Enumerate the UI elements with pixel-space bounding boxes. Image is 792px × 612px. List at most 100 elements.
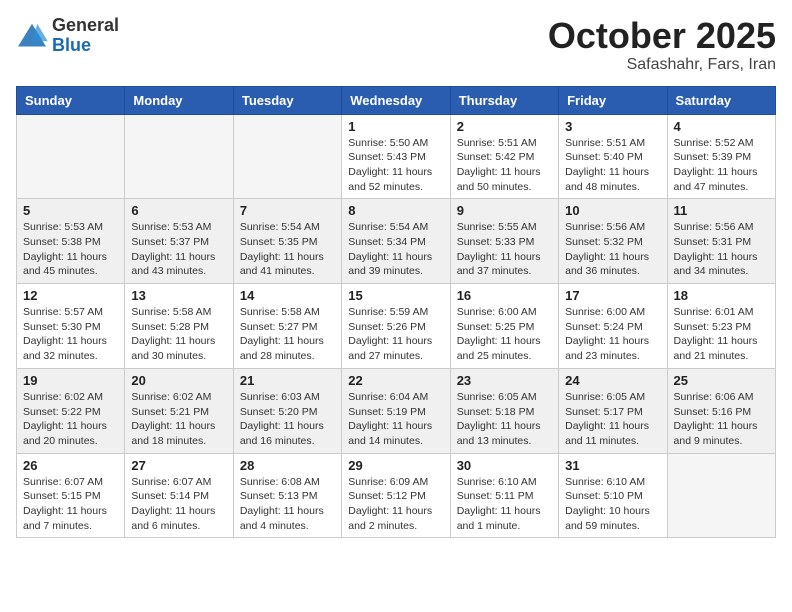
day-info: Sunrise: 6:03 AM Sunset: 5:20 PM Dayligh… — [240, 390, 335, 449]
day-number: 11 — [674, 203, 769, 218]
logo-blue-text: Blue — [52, 35, 91, 55]
day-number: 24 — [565, 373, 660, 388]
day-info: Sunrise: 6:10 AM Sunset: 5:10 PM Dayligh… — [565, 475, 660, 534]
day-info: Sunrise: 5:54 AM Sunset: 5:35 PM Dayligh… — [240, 220, 335, 279]
day-number: 31 — [565, 458, 660, 473]
day-number: 7 — [240, 203, 335, 218]
weekday-header-saturday: Saturday — [667, 86, 775, 114]
day-number: 27 — [131, 458, 226, 473]
calendar-cell: 11 Sunrise: 5:56 AM Sunset: 5:31 PM Dayli… — [667, 199, 775, 284]
day-info: Sunrise: 6:02 AM Sunset: 5:22 PM Dayligh… — [23, 390, 118, 449]
day-number: 17 — [565, 288, 660, 303]
calendar-cell: 22Sunrise: 6:04 AM Sunset: 5:19 PM Dayli… — [342, 368, 450, 453]
day-number: 16 — [457, 288, 552, 303]
day-info: Sunrise: 5:54 AM Sunset: 5:34 PM Dayligh… — [348, 220, 443, 279]
day-info: Sunrise: 5:51 AM Sunset: 5:40 PM Dayligh… — [565, 136, 660, 195]
day-info: Sunrise: 6:00 AM Sunset: 5:24 PM Dayligh… — [565, 305, 660, 364]
day-info: Sunrise: 5:51 AM Sunset: 5:42 PM Dayligh… — [457, 136, 552, 195]
calendar-cell: 21 Sunrise: 6:03 AM Sunset: 5:20 PM Dayli… — [233, 368, 341, 453]
day-number: 1 — [348, 119, 443, 134]
calendar-cell: 5Sunrise: 5:53 AM Sunset: 5:38 PM Daylig… — [17, 199, 125, 284]
day-info: Sunrise: 5:58 AM Sunset: 5:27 PM Dayligh… — [240, 305, 335, 364]
day-number: 2 — [457, 119, 552, 134]
calendar-cell: 6 Sunrise: 5:53 AM Sunset: 5:37 PM Daylig… — [125, 199, 233, 284]
day-info: Sunrise: 5:53 AM Sunset: 5:38 PM Dayligh… — [23, 220, 118, 279]
calendar-cell: 10Sunrise: 5:56 AM Sunset: 5:32 PM Dayli… — [559, 199, 667, 284]
day-number: 18 — [674, 288, 769, 303]
weekday-header-sunday: Sunday — [17, 86, 125, 114]
day-number: 3 — [565, 119, 660, 134]
day-number: 23 — [457, 373, 552, 388]
logo-text: General Blue — [52, 16, 119, 56]
calendar-cell: 31 Sunrise: 6:10 AM Sunset: 5:10 PM Dayli… — [559, 453, 667, 538]
day-info: Sunrise: 5:50 AM Sunset: 5:43 PM Dayligh… — [348, 136, 443, 195]
calendar-cell — [233, 114, 341, 199]
day-info: Sunrise: 6:05 AM Sunset: 5:18 PM Dayligh… — [457, 390, 552, 449]
day-number: 13 — [131, 288, 226, 303]
day-info: Sunrise: 6:06 AM Sunset: 5:16 PM Dayligh… — [674, 390, 769, 449]
calendar-cell: 17 Sunrise: 6:00 AM Sunset: 5:24 PM Dayli… — [559, 284, 667, 369]
day-info: Sunrise: 6:07 AM Sunset: 5:14 PM Dayligh… — [131, 475, 226, 534]
calendar-row-1: 5Sunrise: 5:53 AM Sunset: 5:38 PM Daylig… — [17, 199, 776, 284]
calendar-cell — [125, 114, 233, 199]
day-info: Sunrise: 6:08 AM Sunset: 5:13 PM Dayligh… — [240, 475, 335, 534]
day-info: Sunrise: 6:02 AM Sunset: 5:21 PM Dayligh… — [131, 390, 226, 449]
day-info: Sunrise: 5:58 AM Sunset: 5:28 PM Dayligh… — [131, 305, 226, 364]
logo-general-text: General — [52, 15, 119, 35]
calendar-cell: 27 Sunrise: 6:07 AM Sunset: 5:14 PM Dayli… — [125, 453, 233, 538]
weekday-header-wednesday: Wednesday — [342, 86, 450, 114]
day-number: 26 — [23, 458, 118, 473]
logo-icon — [16, 22, 48, 50]
day-info: Sunrise: 5:59 AM Sunset: 5:26 PM Dayligh… — [348, 305, 443, 364]
calendar-row-4: 26 Sunrise: 6:07 AM Sunset: 5:15 PM Dayli… — [17, 453, 776, 538]
day-info: Sunrise: 6:10 AM Sunset: 5:11 PM Dayligh… — [457, 475, 552, 534]
calendar-cell: 29 Sunrise: 6:09 AM Sunset: 5:12 PM Dayli… — [342, 453, 450, 538]
calendar-cell: 16 Sunrise: 6:00 AM Sunset: 5:25 PM Dayli… — [450, 284, 558, 369]
day-number: 21 — [240, 373, 335, 388]
day-number: 10 — [565, 203, 660, 218]
day-number: 4 — [674, 119, 769, 134]
calendar-cell: 3 Sunrise: 5:51 AM Sunset: 5:40 PM Daylig… — [559, 114, 667, 199]
day-info: Sunrise: 6:04 AM Sunset: 5:19 PM Dayligh… — [348, 390, 443, 449]
day-info: Sunrise: 6:00 AM Sunset: 5:25 PM Dayligh… — [457, 305, 552, 364]
day-info: Sunrise: 5:55 AM Sunset: 5:33 PM Dayligh… — [457, 220, 552, 279]
day-number: 30 — [457, 458, 552, 473]
day-number: 9 — [457, 203, 552, 218]
calendar-cell: 19Sunrise: 6:02 AM Sunset: 5:22 PM Dayli… — [17, 368, 125, 453]
title-section: October 2025 Safashahr, Fars, Iran — [548, 16, 776, 74]
day-info: Sunrise: 5:53 AM Sunset: 5:37 PM Dayligh… — [131, 220, 226, 279]
day-number: 12 — [23, 288, 118, 303]
day-info: Sunrise: 5:57 AM Sunset: 5:30 PM Dayligh… — [23, 305, 118, 364]
weekday-header-monday: Monday — [125, 86, 233, 114]
month-title: October 2025 — [548, 16, 776, 56]
day-info: Sunrise: 6:09 AM Sunset: 5:12 PM Dayligh… — [348, 475, 443, 534]
calendar-cell: 15 Sunrise: 5:59 AM Sunset: 5:26 PM Dayli… — [342, 284, 450, 369]
calendar-cell: 2 Sunrise: 5:51 AM Sunset: 5:42 PM Daylig… — [450, 114, 558, 199]
calendar-cell: 1 Sunrise: 5:50 AM Sunset: 5:43 PM Daylig… — [342, 114, 450, 199]
day-number: 29 — [348, 458, 443, 473]
calendar-cell: 4Sunrise: 5:52 AM Sunset: 5:39 PM Daylig… — [667, 114, 775, 199]
calendar-cell: 7 Sunrise: 5:54 AM Sunset: 5:35 PM Daylig… — [233, 199, 341, 284]
calendar-cell: 26 Sunrise: 6:07 AM Sunset: 5:15 PM Dayli… — [17, 453, 125, 538]
calendar-row-3: 19Sunrise: 6:02 AM Sunset: 5:22 PM Dayli… — [17, 368, 776, 453]
weekday-header-thursday: Thursday — [450, 86, 558, 114]
location-subtitle: Safashahr, Fars, Iran — [548, 56, 776, 74]
calendar-cell: 8Sunrise: 5:54 AM Sunset: 5:34 PM Daylig… — [342, 199, 450, 284]
calendar-cell — [17, 114, 125, 199]
day-number: 25 — [674, 373, 769, 388]
calendar-cell: 9 Sunrise: 5:55 AM Sunset: 5:33 PM Daylig… — [450, 199, 558, 284]
day-info: Sunrise: 6:05 AM Sunset: 5:17 PM Dayligh… — [565, 390, 660, 449]
weekday-header-tuesday: Tuesday — [233, 86, 341, 114]
day-number: 15 — [348, 288, 443, 303]
weekday-header-row: SundayMondayTuesdayWednesdayThursdayFrid… — [17, 86, 776, 114]
day-number: 14 — [240, 288, 335, 303]
logo: General Blue — [16, 16, 119, 56]
calendar-cell: 30 Sunrise: 6:10 AM Sunset: 5:11 PM Dayli… — [450, 453, 558, 538]
day-number: 20 — [131, 373, 226, 388]
day-number: 6 — [131, 203, 226, 218]
calendar-cell: 24 Sunrise: 6:05 AM Sunset: 5:17 PM Dayli… — [559, 368, 667, 453]
calendar-cell: 25 Sunrise: 6:06 AM Sunset: 5:16 PM Dayli… — [667, 368, 775, 453]
day-info: Sunrise: 5:56 AM Sunset: 5:31 PM Dayligh… — [674, 220, 769, 279]
calendar-cell: 23 Sunrise: 6:05 AM Sunset: 5:18 PM Dayli… — [450, 368, 558, 453]
day-info: Sunrise: 6:07 AM Sunset: 5:15 PM Dayligh… — [23, 475, 118, 534]
